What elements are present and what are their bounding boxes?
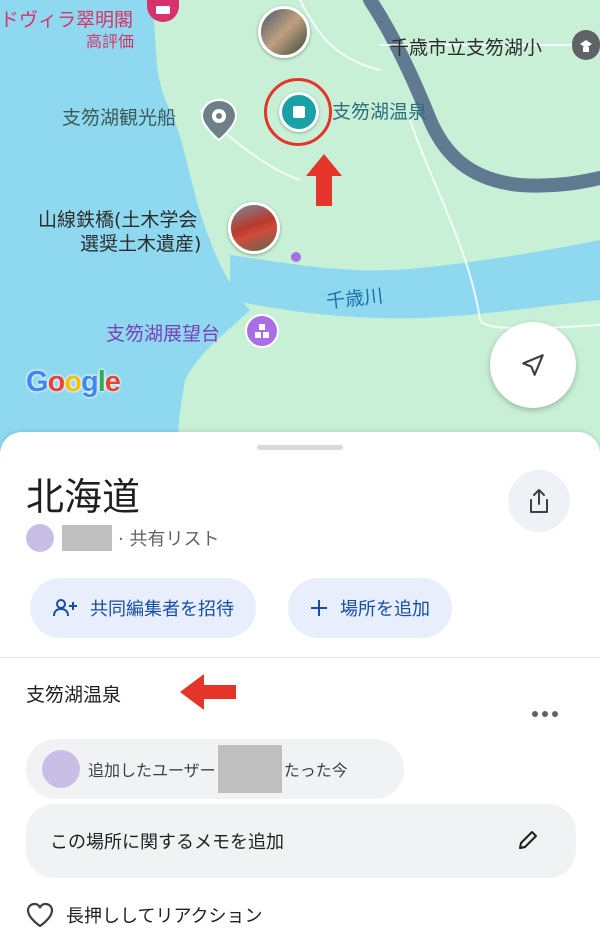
share-icon: [530, 489, 548, 513]
small-poi-dot-icon[interactable]: [291, 252, 301, 262]
added-by-label: 追加したユーザー: [88, 761, 216, 780]
add-memo-field[interactable]: この場所に関するメモを追加: [26, 804, 576, 878]
more-dot-icon: [552, 711, 558, 717]
hotel-rating-label: 高評価: [86, 32, 135, 51]
heart-icon: [26, 902, 54, 928]
onsen-selected-pin-icon[interactable]: [279, 92, 319, 132]
bridge-photo-pin-icon[interactable]: [228, 202, 280, 254]
added-time: たった今: [283, 761, 348, 780]
edit-pencil-icon: [516, 828, 540, 857]
red-up-arrow-icon: [304, 152, 344, 212]
shared-list-label: · 共有リスト: [118, 529, 220, 550]
navigate-button[interactable]: [490, 322, 576, 408]
boat-pin-icon[interactable]: [200, 98, 238, 146]
bridge-label-line1[interactable]: 山線鉄橋(土木学会: [38, 208, 197, 232]
map-view[interactable]: ドヴィラ翠明閣 高評価 千歳市立支笏湖小 支笏湖観光船 支笏湖温泉 山線鉄橋(土…: [0, 0, 600, 460]
school-label[interactable]: 千歳市立支笏湖小: [390, 36, 542, 60]
redacted-username: [217, 745, 282, 793]
reaction-label: 長押ししてリアクション: [66, 906, 263, 927]
more-dot-icon: [542, 711, 548, 717]
drag-handle[interactable]: [257, 445, 343, 450]
google-logo: Google: [26, 366, 121, 398]
add-place-label: 場所を追加: [340, 599, 430, 620]
lookout-pin-icon[interactable]: [245, 314, 279, 348]
hotel-pin-icon[interactable]: [147, 0, 179, 22]
adder-avatar: [42, 750, 80, 788]
hotel-label[interactable]: ドヴィラ翠明閣: [0, 8, 133, 32]
photo-pin-icon[interactable]: [258, 6, 310, 58]
invite-collaborator-label: 共同編集者を招待: [90, 599, 234, 620]
navigation-arrow-icon: [522, 354, 544, 376]
added-by-row: 追加したユーザー たった今: [26, 739, 404, 799]
list-bottom-sheet: 北海道 · 共有リスト 共同編集者を招待 場所を追加 支笏湖温泉 追加したユーザ…: [0, 432, 600, 946]
more-options-button[interactable]: [526, 702, 564, 726]
share-button[interactable]: [508, 470, 570, 532]
red-left-arrow-icon: [178, 672, 238, 716]
bridge-label-line2[interactable]: 選奨土木遺産): [80, 232, 201, 256]
divider: [0, 657, 600, 658]
invite-collaborator-button[interactable]: 共同編集者を招待: [30, 578, 256, 638]
add-place-button[interactable]: 場所を追加: [288, 578, 452, 638]
lookout-label[interactable]: 支笏湖展望台: [106, 322, 220, 346]
boat-label[interactable]: 支笏湖観光船: [62, 106, 176, 130]
onsen-label[interactable]: 支笏湖温泉: [332, 100, 427, 124]
more-dot-icon: [532, 711, 538, 717]
list-title: 北海道: [26, 475, 141, 519]
owner-avatar: [26, 524, 54, 552]
list-owner-row: · 共有リスト: [26, 523, 219, 553]
plus-icon: [310, 599, 328, 617]
redacted-name: [62, 525, 112, 551]
reaction-row[interactable]: 長押ししてリアクション: [26, 900, 263, 930]
memo-placeholder: この場所に関するメモを追加: [50, 832, 284, 853]
place-name[interactable]: 支笏湖温泉: [26, 680, 121, 707]
school-pin-icon[interactable]: [572, 30, 600, 60]
add-person-icon: [52, 598, 78, 618]
